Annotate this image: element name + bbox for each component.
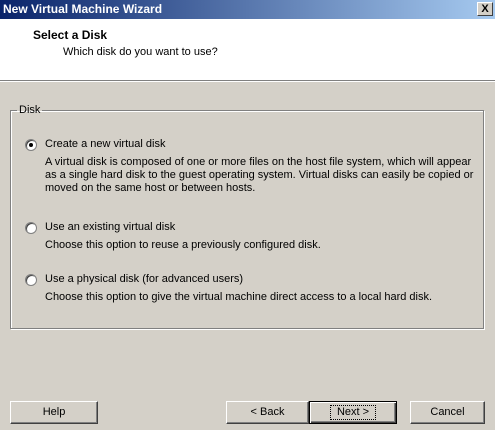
next-button-label: Next >	[329, 405, 377, 420]
radio-existing-disk[interactable]	[25, 222, 37, 234]
window-title: New Virtual Machine Wizard	[3, 2, 163, 16]
option-label[interactable]: Use an existing virtual disk	[45, 221, 175, 233]
back-button[interactable]: < Back	[226, 401, 309, 424]
page-title: Select a Disk	[33, 28, 108, 42]
close-button[interactable]: X	[477, 2, 493, 16]
next-button[interactable]: Next >	[309, 401, 397, 424]
wizard-header: Select a Disk Which disk do you want to …	[0, 19, 495, 81]
title-bar[interactable]: New Virtual Machine Wizard X	[0, 0, 495, 19]
wizard-window: New Virtual Machine Wizard X Select a Di…	[0, 0, 495, 430]
option-description: Choose this option to give the virtual m…	[45, 291, 433, 303]
close-icon: X	[481, 3, 489, 15]
option-label[interactable]: Create a new virtual disk	[45, 138, 165, 150]
header-divider	[0, 81, 495, 82]
cancel-button[interactable]: Cancel	[410, 401, 485, 424]
help-button[interactable]: Help	[10, 401, 98, 424]
option-label[interactable]: Use a physical disk (for advanced users)	[45, 273, 243, 285]
radio-physical-disk[interactable]	[25, 274, 37, 286]
option-description: Choose this option to reuse a previously…	[45, 239, 321, 251]
radio-create-new-disk[interactable]	[25, 139, 37, 151]
radio-selected-dot-icon	[29, 143, 33, 147]
disk-group-legend: Disk	[19, 104, 41, 116]
disk-group: Disk Create a new virtual disk A virtual…	[10, 104, 484, 329]
option-description: A virtual disk is composed of one or mor…	[45, 156, 474, 194]
page-subtitle: Which disk do you want to use?	[63, 46, 218, 58]
